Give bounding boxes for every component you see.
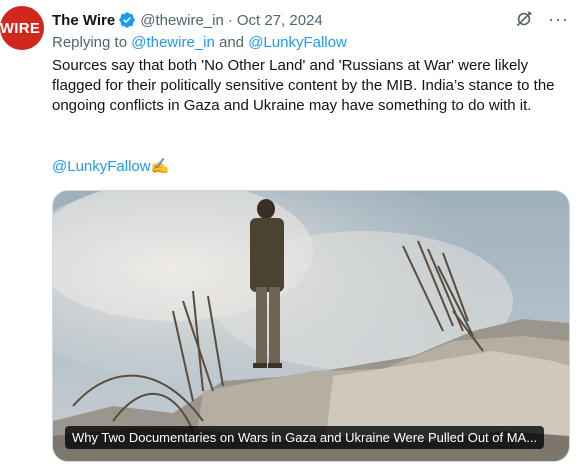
separator-dot: · (227, 11, 233, 29)
tweet-mention[interactable]: @LunkyFallow (52, 158, 151, 175)
avatar-logo-text: WIRE (0, 19, 41, 37)
tweet-body: Sources say that both 'No Other Land' an… (52, 56, 572, 116)
header-actions: ··· (514, 9, 569, 29)
reply-mention-thewire[interactable]: @thewire_in (131, 34, 215, 51)
tweet-mention-line: @LunkyFallow✍️ (52, 157, 169, 175)
replying-to-label: Replying to (52, 34, 132, 51)
video-thumbnail[interactable]: Why Two Documentaries on Wars in Gaza an… (52, 190, 570, 462)
video-caption: Why Two Documentaries on Wars in Gaza an… (65, 426, 545, 449)
grok-icon[interactable] (514, 9, 534, 29)
tweet-body-text: Sources say that both 'No Other Land' an… (52, 57, 555, 114)
verified-badge-icon (119, 12, 135, 28)
author-name[interactable]: The Wire (52, 12, 115, 29)
reply-mention-lunkyfallow[interactable]: @LunkyFallow (248, 34, 347, 51)
replying-to: Replying to @thewire_in and @LunkyFallow (52, 34, 347, 51)
writing-hand-emoji: ✍️ (150, 158, 170, 175)
avatar[interactable]: WIRE (0, 6, 44, 50)
tweet-date[interactable]: Oct 27, 2024 (237, 12, 323, 29)
tweet-header: The Wire @thewire_in · Oct 27, 2024 ··· (52, 9, 569, 31)
author-handle[interactable]: @thewire_in (140, 12, 224, 29)
more-icon[interactable]: ··· (548, 10, 569, 28)
reply-joiner: and (214, 34, 249, 51)
video-still-image (53, 191, 569, 461)
